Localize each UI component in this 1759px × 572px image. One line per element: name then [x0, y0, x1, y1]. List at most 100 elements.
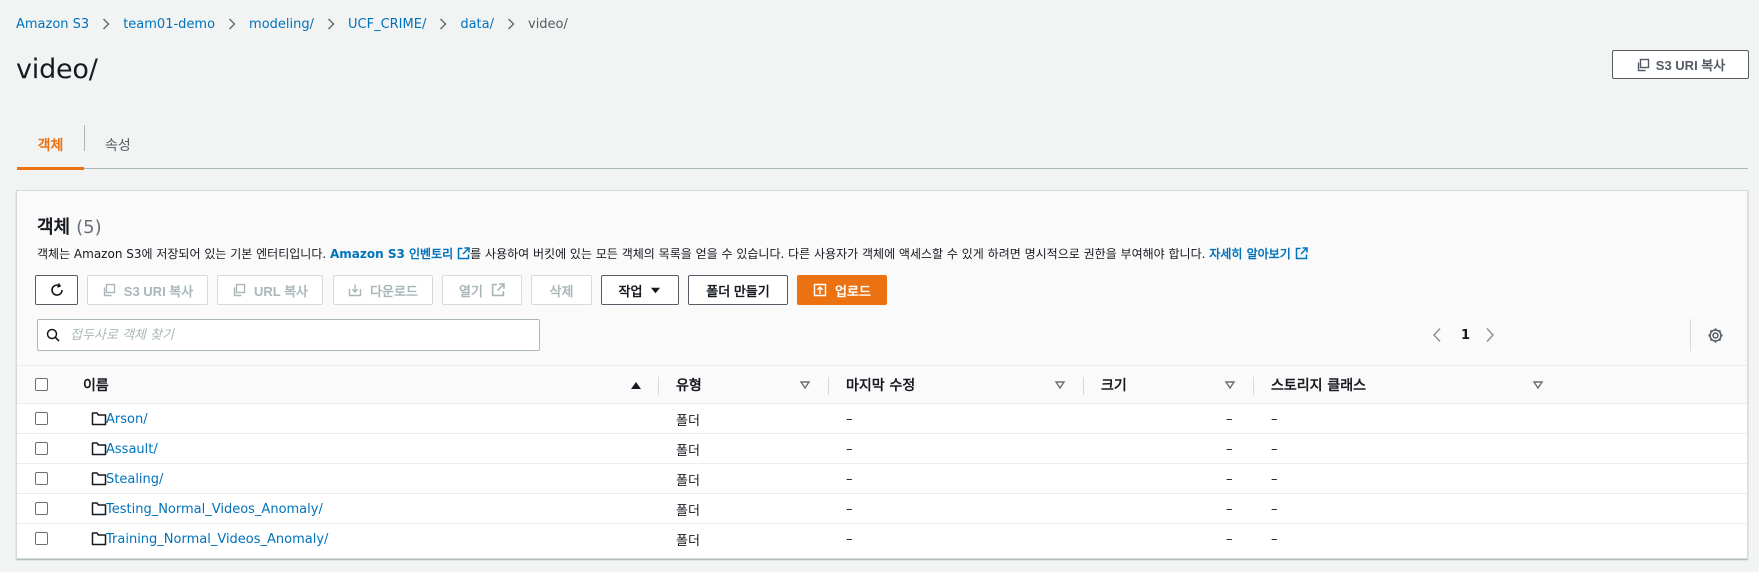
create-folder-label: 폴더 만들기 [706, 283, 770, 299]
object-size: – [1226, 501, 1233, 517]
chevron-right-icon [89, 18, 123, 30]
sort-icon[interactable] [1054, 379, 1066, 391]
create-folder-button[interactable]: 폴더 만들기 [688, 275, 788, 305]
object-name-link[interactable]: Testing_Normal_Videos_Anomaly/ [106, 494, 323, 524]
object-size: – [1226, 441, 1233, 457]
external-link-icon [457, 247, 470, 260]
delete-label: 삭제 [549, 283, 574, 299]
tab-properties[interactable]: 속성 [105, 122, 131, 168]
tab-objects[interactable]: 객체 [17, 122, 84, 170]
copy-url-label: URL 복사 [253, 283, 308, 299]
row-checkbox[interactable] [35, 532, 48, 545]
column-type[interactable]: 유형 [676, 366, 702, 404]
object-storage-class: – [1271, 411, 1278, 427]
folder-icon [91, 532, 107, 546]
copy-s3-uri-button[interactable]: S3 URI 복사 [87, 275, 208, 305]
table-row[interactable]: Training_Normal_Videos_Anomaly/ 폴더 – – – [17, 524, 1747, 554]
table-body: Arson/ 폴더 – – – Assault/ 폴더 – – – Steali… [17, 404, 1747, 554]
search-box [37, 319, 540, 351]
pagination-page: 1 [1461, 319, 1470, 351]
sort-icon[interactable] [799, 379, 811, 391]
download-icon [348, 284, 362, 297]
object-storage-class: – [1271, 471, 1278, 487]
copy-url-button[interactable]: URL 복사 [217, 275, 323, 305]
objects-title: 객체 [37, 217, 71, 238]
object-name-link[interactable]: Assault/ [106, 434, 158, 464]
object-type: 폴더 [676, 473, 700, 489]
chevron-right-icon[interactable] [1485, 327, 1495, 343]
column-size[interactable]: 크기 [1101, 366, 1127, 404]
copy-icon [233, 283, 246, 297]
folder-icon [91, 472, 107, 486]
table-row[interactable]: Testing_Normal_Videos_Anomaly/ 폴더 – – – [17, 494, 1747, 524]
actions-dropdown[interactable]: 작업 [601, 275, 679, 305]
object-size: – [1226, 471, 1233, 487]
tab-bar: 객체 속성 [17, 122, 1748, 170]
refresh-button[interactable] [35, 275, 78, 305]
search-input[interactable] [70, 327, 510, 343]
breadcrumb-data[interactable]: data/ [460, 17, 494, 32]
column-divider [658, 377, 659, 395]
table-row[interactable]: Stealing/ 폴더 – – – [17, 464, 1747, 494]
objects-panel: 객체 (5) 객체는 Amazon S3에 저장되어 있는 기본 엔터티입니다.… [16, 190, 1748, 559]
object-name-link[interactable]: Training_Normal_Videos_Anomaly/ [106, 524, 328, 554]
breadcrumb-ucf-crime[interactable]: UCF_CRIME/ [348, 17, 426, 32]
description-text-1: 객체는 Amazon S3에 저장되어 있는 기본 엔터티입니다. [37, 247, 330, 261]
sort-asc-icon[interactable] [630, 379, 642, 391]
delete-button[interactable]: 삭제 [531, 275, 592, 305]
chevron-right-icon [494, 18, 528, 30]
upload-icon [813, 283, 827, 297]
copy-icon [103, 283, 115, 297]
folder-icon [91, 502, 107, 516]
learn-more-link[interactable]: 자세히 알아보기 [1209, 245, 1308, 262]
actions-label: 작업 [618, 283, 643, 299]
table-row[interactable]: Assault/ 폴더 – – – [17, 434, 1747, 464]
copy-s3-uri-header-button[interactable]: S3 URI 복사 [1612, 50, 1749, 79]
column-divider [1253, 377, 1254, 395]
chevron-right-icon [215, 18, 249, 30]
object-size: – [1226, 531, 1233, 547]
object-type: 폴더 [676, 413, 700, 429]
external-link-icon [491, 283, 505, 297]
inventory-link[interactable]: Amazon S3 인벤토리 [330, 245, 470, 262]
object-storage-class: – [1271, 501, 1278, 517]
row-checkbox[interactable] [35, 472, 48, 485]
upload-button[interactable]: 업로드 [797, 275, 887, 305]
row-checkbox[interactable] [35, 502, 48, 515]
breadcrumb: Amazon S3 team01-demo modeling/ UCF_CRIM… [16, 14, 568, 34]
column-name[interactable]: 이름 [83, 366, 109, 404]
chevron-left-icon[interactable] [1432, 327, 1442, 343]
download-button[interactable]: 다운로드 [333, 275, 433, 305]
open-button[interactable]: 열기 [442, 275, 522, 305]
select-all-checkbox[interactable] [35, 378, 48, 391]
objects-panel-title: 객체 (5) [37, 213, 102, 239]
breadcrumb-s3[interactable]: Amazon S3 [16, 17, 89, 32]
folder-icon [91, 442, 107, 456]
description-text-2: 를 사용하여 버킷에 있는 모든 객체의 목록을 얻을 수 있습니다. 다른 사… [470, 247, 1210, 261]
table-row[interactable]: Arson/ 폴더 – – – [17, 404, 1747, 434]
object-last-modified: – [846, 441, 853, 457]
column-divider [1083, 377, 1084, 395]
object-name-link[interactable]: Stealing/ [106, 464, 163, 494]
column-storage-class[interactable]: 스토리지 클래스 [1271, 366, 1366, 404]
row-checkbox[interactable] [35, 412, 48, 425]
copy-icon [1637, 58, 1649, 71]
refresh-icon [50, 283, 63, 296]
breadcrumb-modeling[interactable]: modeling/ [249, 17, 314, 32]
breadcrumb-bucket[interactable]: team01-demo [123, 17, 215, 32]
object-type: 폴더 [676, 503, 700, 519]
sort-icon[interactable] [1224, 379, 1236, 391]
open-label: 열기 [459, 283, 483, 299]
page-number[interactable]: 1 [1461, 328, 1470, 343]
gear-icon[interactable] [1707, 327, 1724, 344]
object-last-modified: – [846, 411, 853, 427]
sort-icon[interactable] [1532, 379, 1544, 391]
object-name-link[interactable]: Arson/ [106, 404, 148, 434]
row-checkbox[interactable] [35, 442, 48, 455]
column-last-modified[interactable]: 마지막 수정 [846, 366, 915, 404]
object-storage-class: – [1271, 441, 1278, 457]
column-divider [828, 377, 829, 395]
caret-down-icon [651, 287, 661, 293]
chevron-right-icon [426, 18, 460, 30]
object-type: 폴더 [676, 443, 700, 459]
